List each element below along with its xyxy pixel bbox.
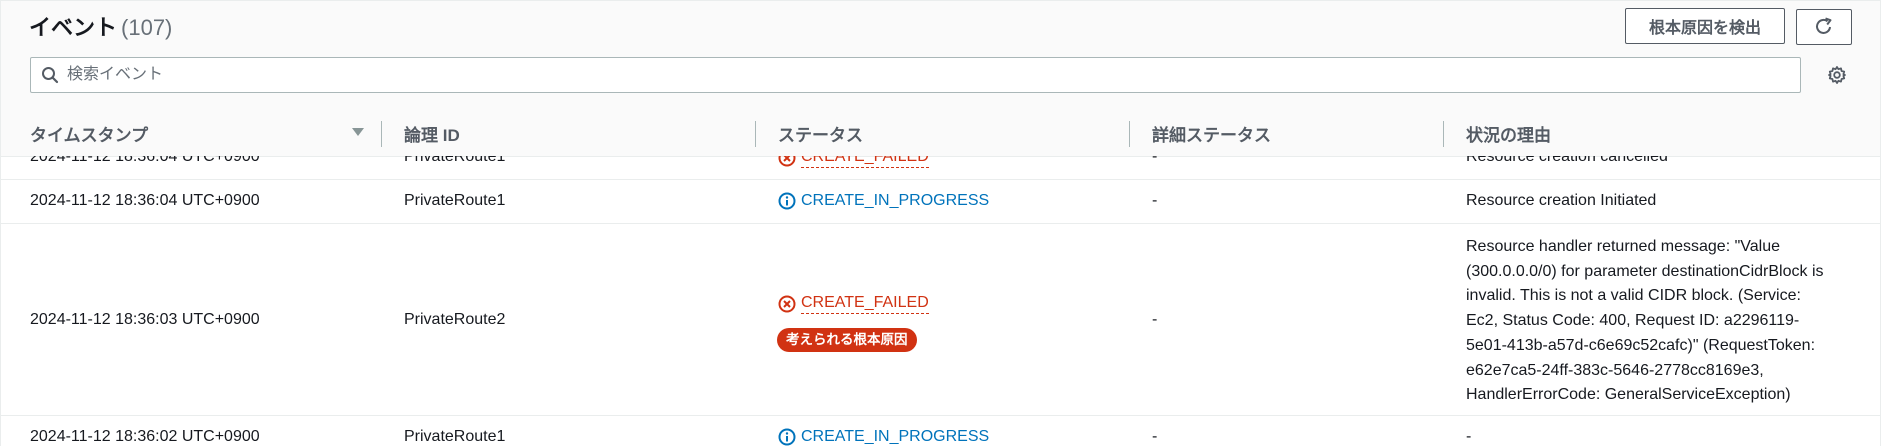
timestamp-cell: 2024-11-12 18:36:04 UTC+0900 [30,192,260,209]
error-circle-icon [778,295,796,312]
search-input[interactable] [59,59,1800,91]
column-header-timestamp[interactable]: タイムスタンプ [30,113,148,153]
column-label-status: ステータス [778,125,863,145]
title-text: イベント [29,15,118,40]
search-icon [41,66,59,84]
timestamp-cell: 2024-11-12 18:36:02 UTC+0900 [30,428,260,445]
column-divider[interactable] [1129,121,1130,147]
search-events-field[interactable] [30,57,1801,93]
info-circle-icon [778,428,796,446]
column-label-timestamp: タイムスタンプ [30,125,149,145]
reason-cell: Resource creation cancelled [1466,156,1668,165]
status-cell: CREATE_FAILED [778,293,929,314]
events-table-body: 2024-11-12 18:36:04 UTC+0900 PrivateRout… [1,156,1880,447]
column-header-logical-id[interactable]: 論理 ID [404,113,460,153]
status-cell: CREATE_IN_PROGRESS [778,427,989,447]
refresh-button[interactable] [1796,9,1852,45]
column-header-reason[interactable]: 状況の理由 [1466,113,1551,153]
sort-descending-icon[interactable] [351,127,365,137]
page-title: イベント (107) [29,10,172,42]
timestamp-cell: 2024-11-12 18:36:04 UTC+0900 [30,156,260,165]
status-cell: CREATE_IN_PROGRESS [778,191,989,211]
table-row[interactable]: 2024-11-12 18:36:04 UTC+0900 PrivateRout… [1,156,1880,180]
reason-cell: - [1466,428,1472,445]
logical-id-cell: PrivateRoute1 [404,428,506,445]
column-divider[interactable] [755,121,756,147]
detailed-status-cell: - [1152,156,1158,165]
column-header-detailed-status[interactable]: 詳細ステータス [1152,113,1271,153]
table-row[interactable]: 2024-11-12 18:36:03 UTC+0900 PrivateRout… [1,223,1880,416]
status-text: CREATE_IN_PROGRESS [801,192,990,209]
logical-id-cell: PrivateRoute1 [404,192,506,209]
column-header-status[interactable]: ステータス [778,113,863,153]
reason-cell: Resource handler returned message: "Valu… [1466,238,1824,404]
column-divider[interactable] [381,121,382,147]
column-divider[interactable] [1443,121,1444,147]
root-cause-badge: 考えられる根本原因 [777,328,917,352]
status-text[interactable]: CREATE_FAILED [801,293,929,314]
error-circle-icon [778,156,796,166]
events-header: イベント (107) 根本原因を検出 検索イベント タイムスタンプ 論理 ID … [1,1,1880,157]
refresh-icon [1816,17,1832,34]
table-row[interactable]: 2024-11-12 18:36:02 UTC+0900 PrivateRout… [1,415,1880,447]
detailed-status-cell: - [1152,311,1158,328]
logical-id-cell: PrivateRoute2 [404,311,506,328]
status-text: CREATE_IN_PROGRESS [801,428,990,445]
logical-id-cell: PrivateRoute1 [404,156,506,165]
reason-cell: Resource creation Initiated [1466,192,1657,209]
detailed-status-cell: - [1152,428,1158,445]
detailed-status-cell: - [1152,192,1158,209]
events-panel: イベント (107) 根本原因を検出 検索イベント タイムスタンプ 論理 ID … [0,0,1881,446]
detect-root-cause-button[interactable]: 根本原因を検出 [1625,8,1785,44]
table-row[interactable]: 2024-11-12 18:36:04 UTC+0900 PrivateRout… [1,179,1880,224]
event-count: (107) [121,15,173,40]
column-label-detailed-status: 詳細ステータス [1152,125,1271,145]
status-text[interactable]: CREATE_FAILED [801,156,929,168]
column-label-logical-id: 論理 ID [404,125,460,145]
info-circle-icon [778,192,796,210]
timestamp-cell: 2024-11-12 18:36:03 UTC+0900 [30,311,260,328]
status-cell: CREATE_FAILED [778,156,929,168]
column-label-reason: 状況の理由 [1466,125,1551,145]
gear-icon[interactable] [1827,65,1847,85]
